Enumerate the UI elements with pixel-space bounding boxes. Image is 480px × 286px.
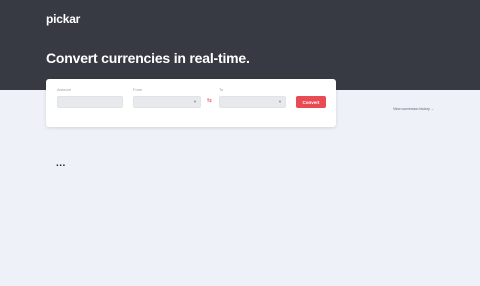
- from-currency-select[interactable]: ▼: [133, 96, 201, 108]
- converter-card: Amount From ▼ ⇆ To ▼ Convert: [46, 79, 336, 127]
- loading-indicator: ...: [56, 158, 66, 169]
- page-title: Convert currencies in real-time.: [46, 50, 250, 66]
- to-currency-select[interactable]: ▼: [219, 96, 286, 108]
- swap-arrows-icon[interactable]: ⇆: [207, 98, 212, 104]
- amount-input[interactable]: [57, 96, 123, 108]
- chevron-down-icon: ▼: [193, 99, 197, 104]
- view-history-link[interactable]: View conversion history →: [393, 107, 434, 111]
- hero-banner: pickar Convert currencies in real-time.: [0, 0, 480, 90]
- to-label: To: [219, 87, 224, 92]
- chevron-down-icon: ▼: [278, 99, 282, 104]
- amount-label: Amount: [57, 87, 71, 92]
- convert-button[interactable]: Convert: [296, 96, 326, 108]
- brand-logo[interactable]: pickar: [46, 12, 80, 26]
- from-label: From: [133, 87, 143, 92]
